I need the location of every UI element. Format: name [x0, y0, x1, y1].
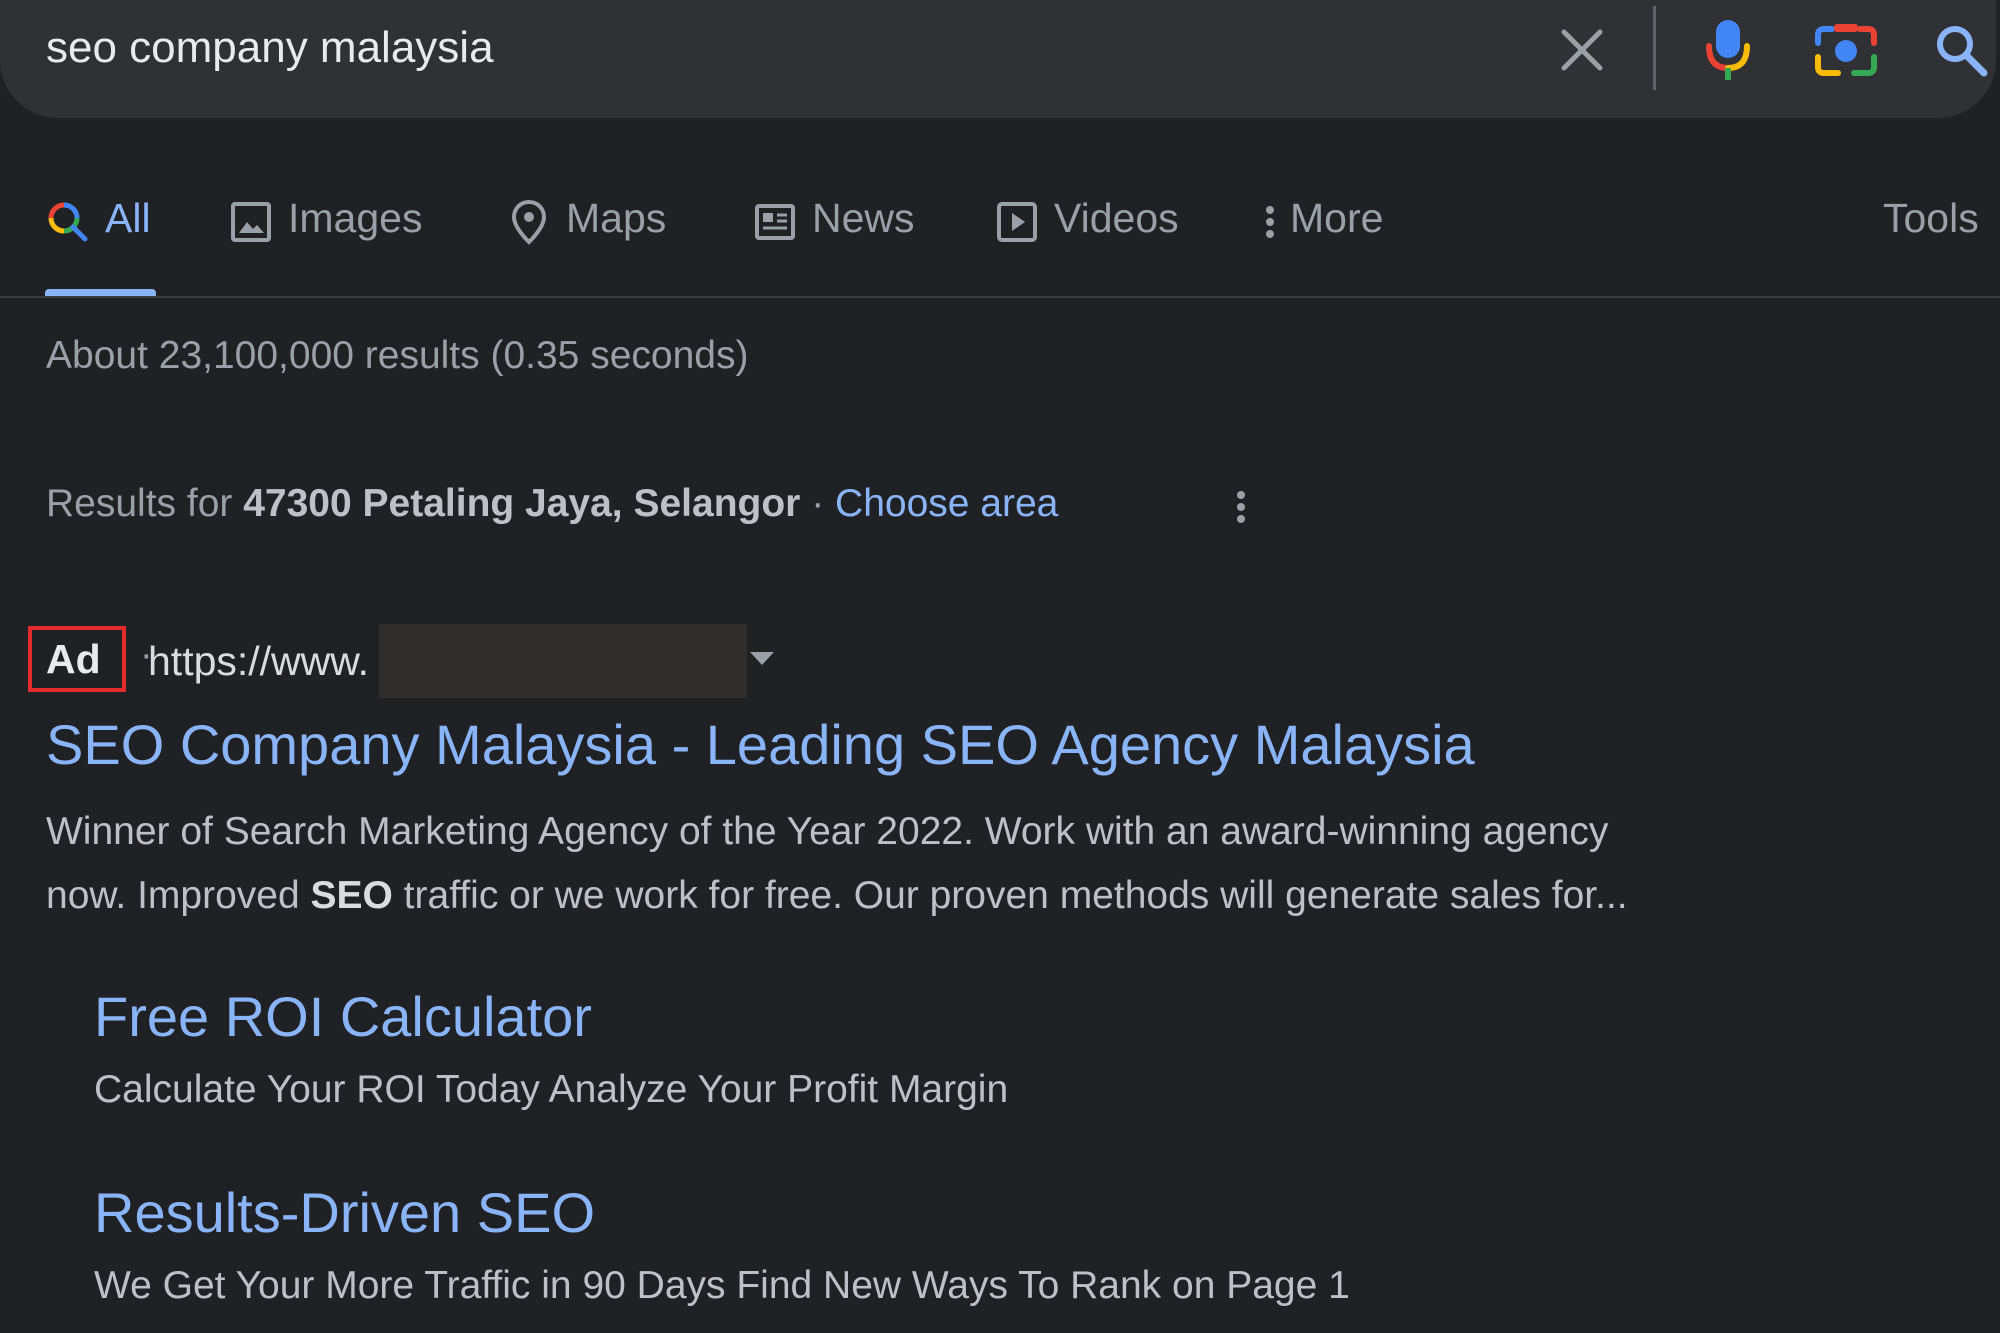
tab-news[interactable]: News — [752, 195, 915, 297]
ad-options-caret[interactable] — [750, 652, 774, 665]
sitelink-roi-calculator[interactable]: Free ROI Calculator — [94, 984, 592, 1049]
ad-description-bold: SEO — [310, 874, 393, 917]
search-input[interactable] — [46, 18, 1496, 78]
search-icon — [45, 199, 91, 245]
tab-videos-label: Videos — [1054, 195, 1179, 241]
search-tabs: All Images Maps News Videos More Tools — [0, 195, 2000, 297]
ad-header: Ad · https://www. — [28, 624, 1528, 698]
tabs-divider — [0, 296, 2000, 298]
tab-maps-label: Maps — [566, 195, 667, 241]
sitelink-results-driven-seo[interactable]: Results-Driven SEO — [94, 1180, 595, 1245]
ad-title-link[interactable]: SEO Company Malaysia - Leading SEO Agenc… — [46, 712, 1475, 777]
microphone-icon — [1706, 20, 1750, 80]
sitelink-description: Calculate Your ROI Today Analyze Your Pr… — [94, 1068, 1009, 1111]
map-pin-icon — [506, 199, 552, 245]
ad-description-prefix: now. Improved — [46, 874, 311, 917]
tab-videos[interactable]: Videos — [994, 195, 1179, 297]
search-bar-divider — [1653, 6, 1656, 90]
result-stats: About 23,100,000 results (0.35 seconds) — [46, 334, 749, 377]
tab-maps[interactable]: Maps — [506, 195, 666, 297]
close-icon — [1561, 29, 1603, 71]
tab-images-label: Images — [288, 195, 423, 241]
ad-badge: Ad — [28, 626, 126, 692]
choose-area-link[interactable]: Choose area — [835, 482, 1058, 525]
sitelink-description: We Get Your More Traffic in 90 Days Find… — [94, 1264, 1350, 1307]
ad-url[interactable]: https://www. — [148, 638, 369, 685]
ad-description-suffix: traffic or we work for free. Our proven … — [392, 874, 1628, 917]
lens-search-button[interactable] — [1810, 14, 1882, 86]
clear-search-button[interactable] — [1546, 14, 1618, 86]
tab-news-label: News — [812, 195, 915, 241]
location-menu-button[interactable] — [1226, 484, 1256, 530]
location-prefix: Results for — [46, 482, 244, 525]
location-name: 47300 Petaling Jaya, Selangor — [243, 482, 801, 525]
location-line: Results for 47300 Petaling Jaya, Selango… — [46, 482, 1058, 526]
voice-search-button[interactable] — [1692, 14, 1764, 86]
tools-button[interactable]: Tools — [1883, 195, 1979, 297]
tab-more[interactable]: More — [1260, 195, 1383, 297]
newspaper-icon — [752, 199, 798, 245]
search-icon — [1937, 26, 1988, 77]
ad-description-line2: now. Improved SEO traffic or we work for… — [46, 864, 1866, 928]
more-vert-icon — [1260, 199, 1280, 245]
search-button[interactable] — [1925, 14, 1997, 86]
tab-all-label: All — [105, 195, 151, 241]
ad-description-line1: Winner of Search Marketing Agency of the… — [46, 810, 1609, 853]
tab-more-label: More — [1290, 195, 1384, 241]
camera-icon — [1815, 24, 1877, 76]
play-icon — [994, 199, 1040, 245]
tools-label: Tools — [1883, 195, 1979, 241]
tab-images[interactable]: Images — [228, 195, 422, 297]
location-separator: · — [800, 482, 836, 525]
redacted-url-block — [379, 624, 747, 698]
image-icon — [228, 199, 274, 245]
tab-all[interactable]: All — [45, 195, 156, 297]
search-bar — [0, 0, 1996, 118]
more-vert-icon — [1237, 491, 1245, 523]
ad-description: Winner of Search Marketing Agency of the… — [46, 800, 1866, 928]
